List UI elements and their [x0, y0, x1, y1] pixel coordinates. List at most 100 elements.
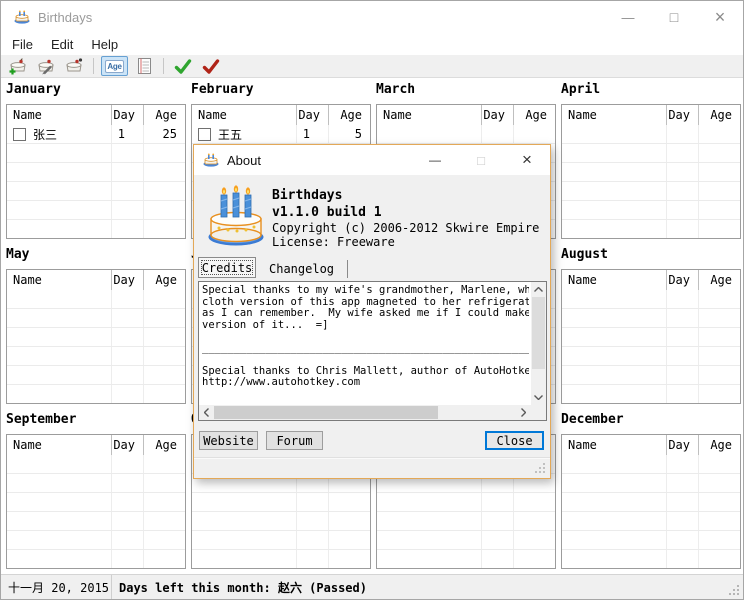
table-row [7, 455, 185, 474]
column-divider [666, 270, 667, 290]
column-header-name: Name [562, 108, 666, 122]
about-info: Birthdays v1.1.0 build 1 Copyright (c) 2… [272, 187, 539, 249]
menu-help[interactable]: Help [82, 33, 127, 55]
column-divider [143, 270, 144, 290]
window-resize-grip[interactable] [737, 593, 739, 595]
month-label: May [6, 247, 186, 264]
table-row [7, 201, 185, 220]
column-divider [666, 105, 667, 125]
main-titlebar: Birthdays — □ × [1, 1, 743, 33]
horizontal-scrollbar[interactable] [199, 405, 531, 420]
column-header-day: Day [666, 273, 698, 287]
vertical-scroll-thumb[interactable] [532, 297, 545, 369]
table-row[interactable]: 张三125 [7, 125, 185, 144]
confirm-button[interactable] [171, 56, 195, 76]
month-panel-may: May NameDayAge [6, 247, 186, 404]
window-title: Birthdays [38, 10, 605, 25]
about-dialog: About — □ × [193, 144, 551, 479]
toolbar: Age [1, 55, 743, 78]
dialog-minimize-button[interactable]: — [412, 145, 458, 175]
horizontal-scroll-thumb[interactable] [214, 406, 438, 419]
menu-file[interactable]: File [3, 33, 42, 55]
table-row [7, 385, 185, 404]
cell-name: 张三 [7, 126, 111, 143]
dialog-maximize-button: □ [458, 145, 504, 175]
month-label: March [376, 82, 556, 99]
dialog-resize-grip[interactable] [543, 471, 545, 473]
credits-line [202, 331, 529, 343]
close-button[interactable]: × [697, 1, 743, 33]
column-header-day: Day [666, 108, 698, 122]
column-header-name: Name [377, 108, 481, 122]
table-row [192, 550, 370, 569]
website-button[interactable]: Website [199, 431, 258, 450]
table-row [7, 366, 185, 385]
table-header-row: NameDayAge [7, 105, 185, 125]
credits-textarea[interactable]: Special thanks to my wife's grandmother,… [198, 281, 547, 421]
tab-changelog[interactable]: Changelog [256, 260, 348, 278]
column-divider [666, 435, 667, 455]
age-toggle-icon: Age [105, 60, 124, 73]
tab-credits[interactable]: Credits [198, 257, 256, 278]
table-row [562, 309, 740, 328]
table-row [7, 144, 185, 163]
table-row [7, 531, 185, 550]
column-header-day: Day [111, 273, 143, 287]
table-row [377, 493, 555, 512]
menu-edit[interactable]: Edit [42, 33, 82, 55]
dialog-title: About [227, 153, 412, 168]
column-header-age: Age [698, 438, 740, 452]
scroll-down-arrow-icon[interactable] [531, 390, 546, 405]
table-row [562, 474, 740, 493]
column-header-name: Name [192, 108, 296, 122]
scrollbar-corner [531, 405, 546, 420]
column-header-name: Name [7, 273, 111, 287]
month-table: NameDayAge [6, 434, 186, 569]
forum-button[interactable]: Forum [266, 431, 323, 450]
birthday-checkbox[interactable] [13, 128, 26, 141]
minimize-button[interactable]: — [605, 1, 651, 33]
table-header-row: NameDayAge [562, 435, 740, 455]
month-panel-august: AugustNameDayAge [561, 247, 741, 404]
table-row [562, 220, 740, 239]
table-row [7, 309, 185, 328]
maximize-button[interactable]: □ [651, 1, 697, 33]
table-row [562, 347, 740, 366]
close-dialog-button[interactable]: Close [485, 431, 544, 450]
month-label: January [6, 82, 186, 99]
table-row [7, 493, 185, 512]
month-table: NameDayAge [6, 269, 186, 404]
scroll-left-arrow-icon[interactable] [199, 405, 214, 420]
table-row [7, 182, 185, 201]
scroll-up-arrow-icon[interactable] [531, 282, 546, 297]
table-row [562, 290, 740, 309]
notes-button[interactable] [132, 56, 156, 76]
scroll-right-arrow-icon[interactable] [516, 405, 531, 420]
dialog-close-button[interactable]: × [504, 145, 550, 175]
column-header-day: Day [666, 438, 698, 452]
deny-button[interactable] [199, 56, 223, 76]
add-birthday-button[interactable] [6, 56, 30, 76]
table-row [562, 512, 740, 531]
table-row [562, 493, 740, 512]
table-row [7, 347, 185, 366]
column-header-name: Name [7, 438, 111, 452]
toolbar-separator [93, 58, 94, 74]
birthday-checkbox[interactable] [198, 128, 211, 141]
table-row[interactable]: 王五15 [192, 125, 370, 144]
credits-line: as I can remember. My wife asked me if I… [202, 308, 529, 320]
column-header-age: Age [328, 108, 370, 122]
toggle-age-button[interactable]: Age [101, 56, 128, 76]
birthday-name: 王五 [218, 126, 242, 143]
delete-birthday-button[interactable] [62, 56, 86, 76]
edit-birthday-button[interactable] [34, 56, 58, 76]
vertical-scrollbar[interactable] [531, 282, 546, 405]
month-label: February [191, 82, 371, 99]
month-panel-december: DecemberNameDayAge [561, 412, 741, 569]
month-panel-september: SeptemberNameDayAge [6, 412, 186, 569]
month-label: August [561, 247, 741, 264]
table-row [562, 125, 740, 144]
green-check-icon [174, 59, 192, 74]
main-window: Birthdays — □ × File Edit Help [0, 0, 744, 600]
credits-text: Special thanks to my wife's grandmother,… [202, 285, 529, 404]
